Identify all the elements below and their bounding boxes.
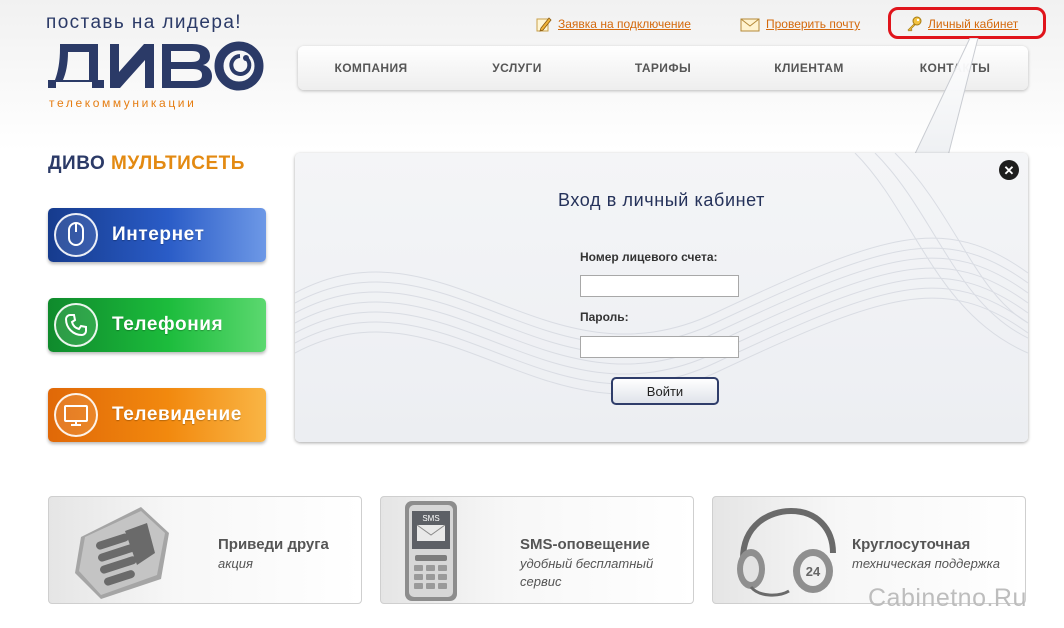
headset-icon: 24 <box>737 507 836 597</box>
sms-screen-text: SMS <box>422 514 439 523</box>
account-number-input[interactable] <box>580 275 739 297</box>
promo-refer-sub: акция <box>218 556 253 571</box>
logo-tagline: поставь на лидера! <box>46 12 242 33</box>
monitor-icon <box>54 393 98 437</box>
service-internet-button[interactable]: Интернет <box>48 208 266 262</box>
service-internet-label: Интернет <box>112 224 205 245</box>
mobile-phone-icon: SMS <box>405 501 457 601</box>
mail-link-group[interactable]: Проверить почту <box>740 14 860 34</box>
svg-text:24: 24 <box>806 564 821 579</box>
logo[interactable]: поставь на лидера! телекоммуникации <box>46 12 272 112</box>
request-link[interactable]: Заявка на подключение <box>558 17 691 31</box>
account-number-label: Номер лицевого счета: <box>580 250 718 264</box>
multiset-title-word: МУЛЬТИСЕТЬ <box>111 153 245 174</box>
promo-support-sub: техническая поддержка <box>852 556 1000 571</box>
cabinet-highlight-frame <box>888 7 1046 39</box>
password-input[interactable] <box>580 336 739 358</box>
handshake-icon <box>75 507 169 599</box>
multiset-title: ДИВО МУЛЬТИСЕТЬ <box>48 153 245 175</box>
nav-item-clients[interactable]: КЛИЕНТАМ <box>736 46 882 90</box>
password-label: Пароль: <box>580 310 629 324</box>
pencil-note-icon <box>536 17 552 32</box>
nav-item-tariffs[interactable]: ТАРИФЫ <box>590 46 736 90</box>
envelope-icon <box>740 18 760 32</box>
logo-subbrand: телекоммуникации <box>49 96 197 110</box>
service-television-label: Телевидение <box>112 404 242 425</box>
brand-wordmark <box>48 41 264 91</box>
promo-support-title: Круглосуточная <box>852 536 971 553</box>
callout-pointer <box>913 38 979 157</box>
mouse-icon <box>54 213 98 257</box>
watermark: Cabinetno.Ru <box>868 584 1027 612</box>
page: поставь на лидера! телекоммуникации Заяв… <box>0 0 1064 628</box>
close-icon[interactable]: ✕ <box>999 160 1019 180</box>
nav-item-company[interactable]: КОМПАНИЯ <box>298 46 444 90</box>
multiset-title-brand: ДИВО <box>48 153 106 174</box>
service-television-button[interactable]: Телевидение <box>48 388 266 442</box>
service-telephony-button[interactable]: Телефония <box>48 298 266 352</box>
promo-card-refer-friend[interactable]: Приведи друга акция <box>48 496 362 604</box>
promo-sms-sub: удобный бесплатный сервис <box>520 556 654 589</box>
login-panel: ✕ Вход в личный кабинет Номер лицевого с… <box>295 153 1028 442</box>
promo-refer-title: Приведи друга <box>218 536 329 553</box>
nav-item-services[interactable]: УСЛУГИ <box>444 46 590 90</box>
service-telephony-label: Телефония <box>112 314 224 335</box>
login-title: Вход в личный кабинет <box>558 190 765 210</box>
phone-handset-icon <box>54 303 98 347</box>
login-button[interactable]: Войти <box>611 377 719 405</box>
check-mail-link[interactable]: Проверить почту <box>766 17 860 31</box>
promo-card-sms[interactable]: SMS SMS-оповещение удобный бесплатный се… <box>380 496 694 604</box>
promo-sms-title: SMS-оповещение <box>520 536 650 553</box>
request-link-group[interactable]: Заявка на подключение <box>536 14 691 34</box>
